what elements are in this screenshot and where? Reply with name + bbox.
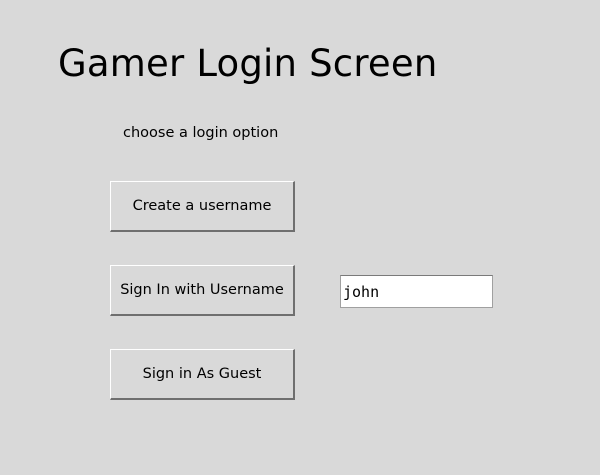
- username-input[interactable]: [340, 275, 493, 308]
- create-username-button[interactable]: Create a username: [110, 181, 295, 232]
- sign-in-with-username-button[interactable]: Sign In with Username: [110, 265, 295, 316]
- login-instructions: choose a login option: [123, 125, 279, 141]
- sign-in-as-guest-button[interactable]: Sign in As Guest: [110, 349, 295, 400]
- page-title: Gamer Login Screen: [58, 42, 438, 85]
